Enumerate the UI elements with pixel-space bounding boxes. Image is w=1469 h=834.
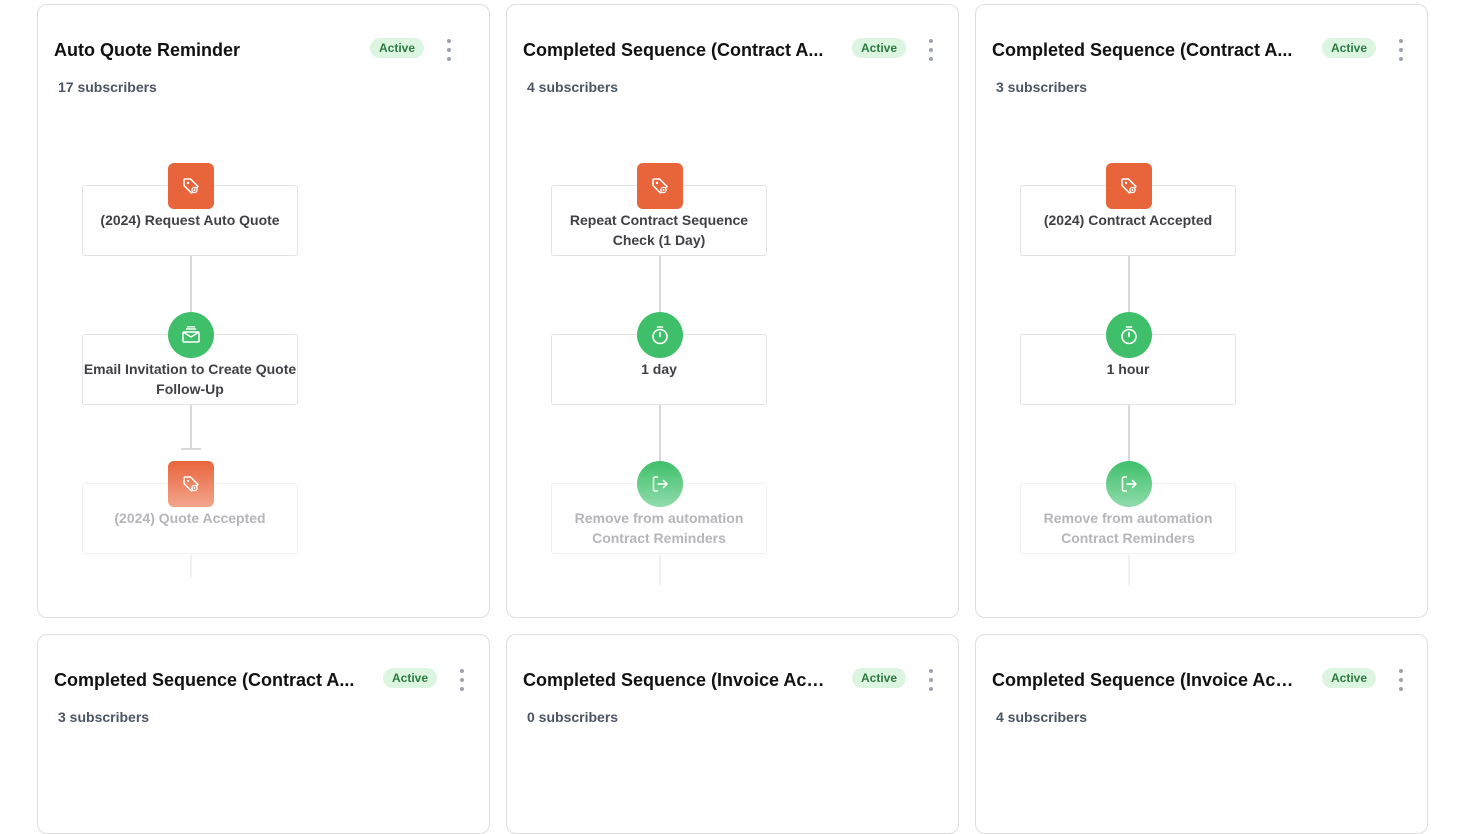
card-title[interactable]: Completed Sequence (Contract A... — [992, 39, 1292, 61]
more-options-icon[interactable] — [1395, 668, 1407, 694]
more-options-icon[interactable] — [925, 668, 937, 694]
subscriber-count: 4 subscribers — [996, 709, 1088, 725]
step-label: (2024) Request Auto Quote — [100, 212, 280, 228]
automation-card[interactable]: Completed Sequence (Invoice Acc... Activ… — [506, 634, 959, 834]
status-badge: Active — [852, 38, 907, 58]
tag-icon — [637, 163, 683, 209]
automation-flow: (2024) Contract Accepted 1 hour Remove f… — [1020, 163, 1238, 593]
step-label: 1 hour — [1106, 361, 1150, 377]
tag-icon — [168, 461, 214, 507]
automation-flow: Repeat Contract Sequence Check (1 Day) 1… — [551, 163, 769, 593]
more-options-icon[interactable] — [925, 38, 937, 64]
status-badge: Active — [370, 38, 425, 58]
step-label: (2024) Quote Accepted — [114, 510, 266, 526]
exit-icon — [1106, 461, 1152, 507]
card-title[interactable]: Completed Sequence (Contract A... — [523, 39, 823, 61]
automation-card[interactable]: Completed Sequence (Contract A... Active… — [506, 4, 959, 618]
more-options-icon[interactable] — [443, 38, 455, 64]
status-badge: Active — [1322, 38, 1377, 58]
automation-card[interactable]: Completed Sequence (Contract A... Active… — [975, 4, 1428, 618]
subscriber-count: 17 subscribers — [58, 79, 157, 95]
step-label: Email Invitation to Create Quote Follow-… — [83, 361, 297, 397]
step-label: 1 day — [641, 361, 677, 377]
subscriber-count: 0 subscribers — [527, 709, 619, 725]
exit-icon — [637, 461, 683, 507]
tag-icon — [1106, 163, 1152, 209]
timer-icon — [1106, 312, 1152, 358]
automation-card[interactable]: Completed Sequence (Invoice Acc... Activ… — [975, 634, 1428, 834]
timer-icon — [637, 312, 683, 358]
status-badge: Active — [852, 668, 907, 688]
subscriber-count: 4 subscribers — [527, 79, 619, 95]
step-label: Remove from automation Contract Reminder… — [574, 510, 744, 546]
step-label: Remove from automation Contract Reminder… — [1043, 510, 1213, 546]
card-title[interactable]: Completed Sequence (Contract A... — [54, 669, 354, 691]
subscriber-count: 3 subscribers — [996, 79, 1088, 95]
status-badge: Active — [1322, 668, 1377, 688]
subscriber-count: 3 subscribers — [58, 709, 150, 725]
card-title[interactable]: Completed Sequence (Invoice Acc... — [523, 669, 829, 691]
automation-card[interactable]: Completed Sequence (Contract A... Active… — [37, 634, 490, 834]
tag-icon — [168, 163, 214, 209]
email-icon — [168, 312, 214, 358]
card-title[interactable]: Auto Quote Reminder — [54, 39, 240, 61]
step-label: Repeat Contract Sequence Check (1 Day) — [569, 212, 749, 248]
more-options-icon[interactable] — [456, 668, 468, 694]
card-title[interactable]: Completed Sequence (Invoice Acc... — [992, 669, 1298, 691]
step-label: (2024) Contract Accepted — [1043, 212, 1213, 228]
more-options-icon[interactable] — [1395, 38, 1407, 64]
automation-flow: (2024) Request Auto Quote Email Invitati… — [82, 163, 300, 593]
status-badge: Active — [383, 668, 438, 688]
automation-card[interactable]: Auto Quote Reminder Active 17 subscriber… — [37, 4, 490, 618]
